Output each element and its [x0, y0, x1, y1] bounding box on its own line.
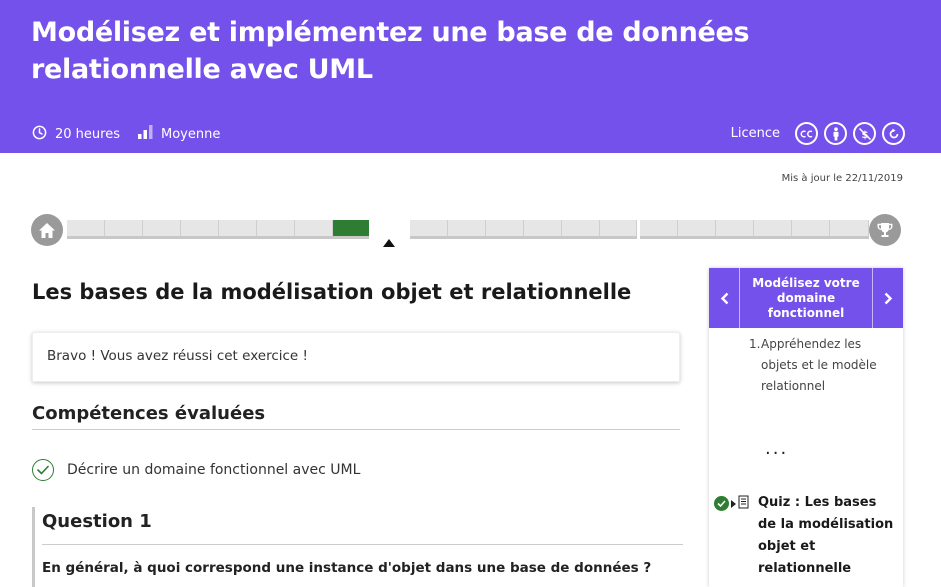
progress-step[interactable] — [524, 220, 562, 236]
sidebar-ellipsis: ... — [765, 438, 789, 459]
question-block: Question 1 En général, à quoi correspond… — [32, 507, 683, 587]
course-header: Modélisez et implémentez une base de don… — [0, 0, 941, 153]
progress-step[interactable] — [219, 220, 257, 236]
licence-block[interactable]: Licence $ — [731, 122, 905, 145]
course-level-text: Moyenne — [161, 126, 221, 142]
difficulty-bars-icon — [138, 125, 153, 143]
question-text: En général, à quoi correspond une instan… — [42, 560, 652, 576]
course-progress — [31, 212, 903, 252]
progress-step[interactable] — [562, 220, 600, 236]
progress-step[interactable] — [640, 220, 678, 236]
question-title: Question 1 — [42, 511, 152, 532]
last-updated: Mis à jour le 22/11/2019 — [781, 173, 903, 184]
progress-step[interactable] — [410, 220, 448, 236]
section-title: Les bases de la modélisation objet et re… — [32, 280, 632, 304]
check-circle-icon — [32, 459, 54, 481]
quiz-label: Quiz : Les bases de la modélisation obje… — [758, 495, 894, 576]
progress-step[interactable] — [181, 220, 219, 236]
progress-step[interactable] — [295, 220, 333, 236]
sidebar-header: Modélisez votre domaine fonctionnel — [709, 268, 903, 328]
chevron-left-icon — [720, 292, 728, 304]
progress-step[interactable] — [448, 220, 486, 236]
home-icon[interactable] — [31, 214, 63, 246]
progress-step[interactable] — [600, 220, 637, 236]
by-icon[interactable] — [824, 122, 847, 145]
course-title: Modélisez et implémentez une base de don… — [31, 17, 750, 85]
sidebar-item-number: 1. — [749, 337, 761, 351]
previous-chapter-button[interactable] — [709, 268, 740, 328]
progress-step[interactable] — [105, 220, 143, 236]
divider — [32, 429, 680, 430]
skill-label: Décrire un domaine fonctionnel avec UML — [67, 462, 361, 478]
progress-step[interactable] — [678, 220, 716, 236]
course-level: Moyenne — [138, 125, 220, 143]
cc-icon[interactable] — [795, 122, 818, 145]
sidebar-chapter-title[interactable]: Modélisez votre domaine fonctionnel — [740, 276, 872, 321]
skills-title: Compétences évaluées — [32, 403, 266, 424]
quiz-doc-icon — [738, 494, 749, 513]
quiz-status — [714, 494, 749, 513]
progress-step[interactable] — [830, 220, 869, 236]
chevron-right-icon — [884, 292, 892, 304]
sa-icon[interactable] — [882, 122, 905, 145]
progress-part-3 — [640, 220, 869, 239]
trophy-icon[interactable] — [869, 214, 901, 246]
chapter-sidebar: Modélisez votre domaine fonctionnel 1. A… — [709, 268, 903, 587]
course-duration: 20 heures — [32, 125, 120, 144]
progress-step[interactable] — [754, 220, 792, 236]
nc-icon[interactable]: $ — [853, 122, 876, 145]
licence-label: Licence — [730, 126, 780, 141]
progress-step[interactable] — [486, 220, 524, 236]
progress-step[interactable] — [143, 220, 181, 236]
progress-part-2 — [410, 220, 637, 239]
sidebar-item-label: Appréhendez les objets et le modèle rela… — [761, 337, 877, 393]
success-alert: Bravo ! Vous avez réussi cet exercice ! — [32, 332, 680, 382]
sidebar-item-lesson-1[interactable]: 1. Appréhendez les objets et le modèle r… — [749, 334, 897, 397]
skill-item: Décrire un domaine fonctionnel avec UML — [32, 459, 360, 481]
course-duration-text: 20 heures — [55, 127, 120, 142]
next-chapter-button[interactable] — [872, 268, 903, 328]
check-icon — [714, 496, 729, 511]
progress-step[interactable] — [792, 220, 830, 236]
clock-icon — [32, 125, 47, 144]
play-icon — [731, 499, 736, 508]
current-step-marker — [383, 239, 395, 247]
divider — [42, 544, 683, 545]
progress-step-current[interactable] — [333, 220, 369, 236]
progress-part-1 — [67, 220, 369, 239]
progress-step[interactable] — [716, 220, 754, 236]
progress-step[interactable] — [67, 220, 105, 236]
progress-step[interactable] — [257, 220, 295, 236]
